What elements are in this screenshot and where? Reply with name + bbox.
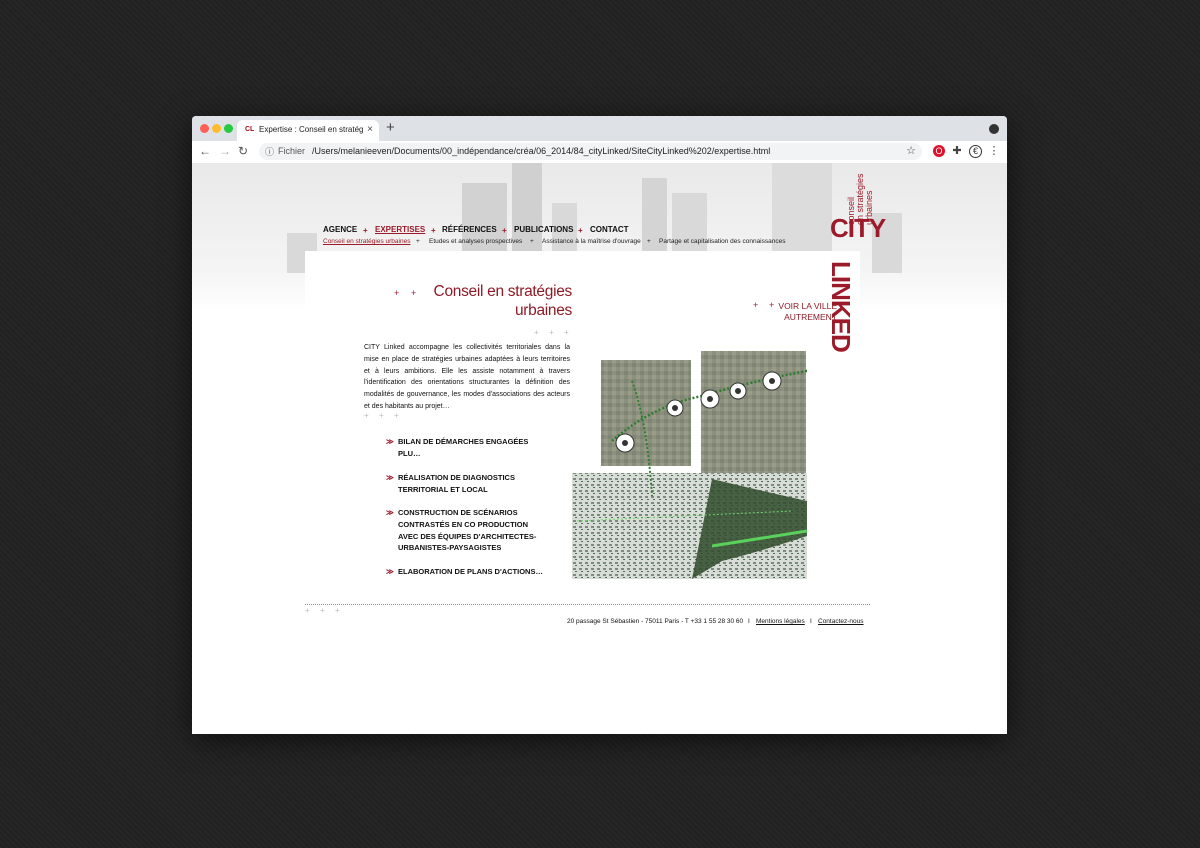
- footer-address: 20 passage St Sébastien - 75011 Paris - …: [567, 618, 744, 625]
- address-toolbar: ← → ↻ ⓘ Fichier /Users/melanieeven/Docum…: [192, 141, 1007, 164]
- close-tab-icon[interactable]: ×: [367, 124, 373, 135]
- subnav-separator: +: [647, 238, 651, 245]
- decor-plus: +: [335, 606, 340, 615]
- list-item: ≫ BILAN DE DÉMARCHES ENGAGÉES PLU…: [386, 436, 548, 460]
- maximize-window-button[interactable]: [224, 124, 233, 133]
- kebab-menu-icon[interactable]: ⋮: [988, 145, 1000, 157]
- decor-plus: +: [394, 411, 399, 420]
- address-scheme-label: Fichier: [278, 146, 306, 156]
- site-favicon-icon: CL: [245, 126, 255, 133]
- decor-plus: +: [364, 411, 369, 420]
- list-item: ≫ CONSTRUCTION DE SCÉNARIOS CONTRASTÉS E…: [386, 507, 548, 554]
- decor-plus: +: [564, 328, 569, 337]
- intro-paragraph: CITY Linked accompagne les collectivités…: [364, 344, 570, 410]
- chevron-icon: ≫: [386, 508, 394, 517]
- bullet-diagnostics: RÉALISATION DE DIAGNOSTICS TERRITORIAL E…: [398, 473, 515, 494]
- subnav-separator: +: [416, 238, 420, 245]
- bullet-scenarios: CONSTRUCTION DE SCÉNARIOS CONTRASTÉS EN …: [398, 508, 537, 553]
- list-item: ≫ RÉALISATION DE DIAGNOSTICS TERRITORIAL…: [386, 472, 548, 496]
- tab-title: Expertise : Conseil en stratégie: [259, 125, 363, 134]
- voir-la-ville-link[interactable]: VOIR LA VILLE AUTREMENT: [774, 301, 837, 323]
- decor-plus: +: [320, 606, 325, 615]
- decor-plus: +: [534, 328, 539, 337]
- tab-search-icon[interactable]: [989, 124, 999, 134]
- back-arrow-icon[interactable]: ←: [199, 144, 211, 158]
- decor-plus: +: [549, 328, 554, 337]
- tab-bar: CL Expertise : Conseil en stratégie × +: [192, 116, 1007, 141]
- nav-separator: +: [502, 226, 507, 235]
- decor-plus: +: [394, 288, 400, 298]
- web-page: CITY LINKED conseil en stratégies urbain…: [192, 163, 1007, 734]
- urban-strategy-illustration: [572, 351, 807, 579]
- chevron-icon: ≫: [386, 567, 394, 576]
- mentions-legales-link[interactable]: Mentions légales: [756, 618, 805, 625]
- opera-icon[interactable]: O: [933, 145, 945, 157]
- forward-arrow-icon[interactable]: →: [219, 144, 231, 158]
- nav-separator: +: [363, 226, 368, 235]
- euro-icon[interactable]: €: [969, 145, 982, 158]
- info-icon[interactable]: ⓘ: [265, 145, 274, 158]
- bullet-plans: ELABORATION DE PLANS D'ACTIONS…: [398, 567, 543, 576]
- new-tab-icon[interactable]: +: [386, 119, 395, 136]
- nav-item-expertises[interactable]: EXPERTISES: [375, 225, 425, 234]
- subnav-item-partage[interactable]: Partage et capitalisation des connaissan…: [659, 238, 785, 245]
- decor-plus: +: [305, 606, 310, 615]
- url-text[interactable]: /Users/melanieeven/Documents/00_indépend…: [312, 146, 770, 156]
- subnav-separator: +: [530, 238, 534, 245]
- subnav-item-assistance[interactable]: Assistance à la maîtrise d'ouvrage: [542, 238, 641, 245]
- nav-item-agence[interactable]: AGENCE: [323, 225, 357, 234]
- page-title: Conseil en stratégies urbaines: [433, 283, 573, 319]
- nav-separator: +: [431, 226, 436, 235]
- footer-divider: [305, 604, 870, 605]
- footer-separator: I: [810, 618, 812, 625]
- nav-item-references[interactable]: RÉFÉRENCES: [442, 225, 497, 234]
- subnav-item-conseil[interactable]: Conseil en stratégies urbaines: [323, 238, 410, 245]
- nav-item-publications[interactable]: PUBLICATIONS: [514, 225, 573, 234]
- nav-separator: +: [578, 226, 583, 235]
- chevron-icon: ≫: [386, 473, 394, 482]
- bullet-bilan: BILAN DE DÉMARCHES ENGAGÉES PLU…: [398, 437, 529, 458]
- contact-link[interactable]: Contactez-nous: [818, 618, 864, 625]
- address-bar[interactable]: ⓘ Fichier /Users/melanieeven/Documents/0…: [259, 143, 922, 160]
- reload-icon[interactable]: ↻: [238, 144, 248, 158]
- close-window-button[interactable]: [200, 124, 209, 133]
- logo-tagline-3: urbaines: [864, 190, 874, 225]
- nav-item-contact[interactable]: CONTACT: [590, 225, 629, 234]
- decor-plus: +: [753, 300, 759, 310]
- decor-plus: +: [379, 411, 384, 420]
- list-item: ≫ ELABORATION DE PLANS D'ACTIONS…: [386, 566, 558, 578]
- browser-tab[interactable]: CL Expertise : Conseil en stratégie ×: [237, 120, 379, 141]
- chevron-icon: ≫: [386, 437, 394, 446]
- footer-separator: I: [748, 618, 750, 625]
- puzzle-extensions-icon[interactable]: ✚: [951, 145, 963, 157]
- star-icon[interactable]: ☆: [906, 144, 916, 157]
- minimize-window-button[interactable]: [212, 124, 221, 133]
- browser-window: CL Expertise : Conseil en stratégie × + …: [192, 116, 1007, 734]
- subnav-item-etudes[interactable]: Etudes et analyses prospectives: [429, 238, 522, 245]
